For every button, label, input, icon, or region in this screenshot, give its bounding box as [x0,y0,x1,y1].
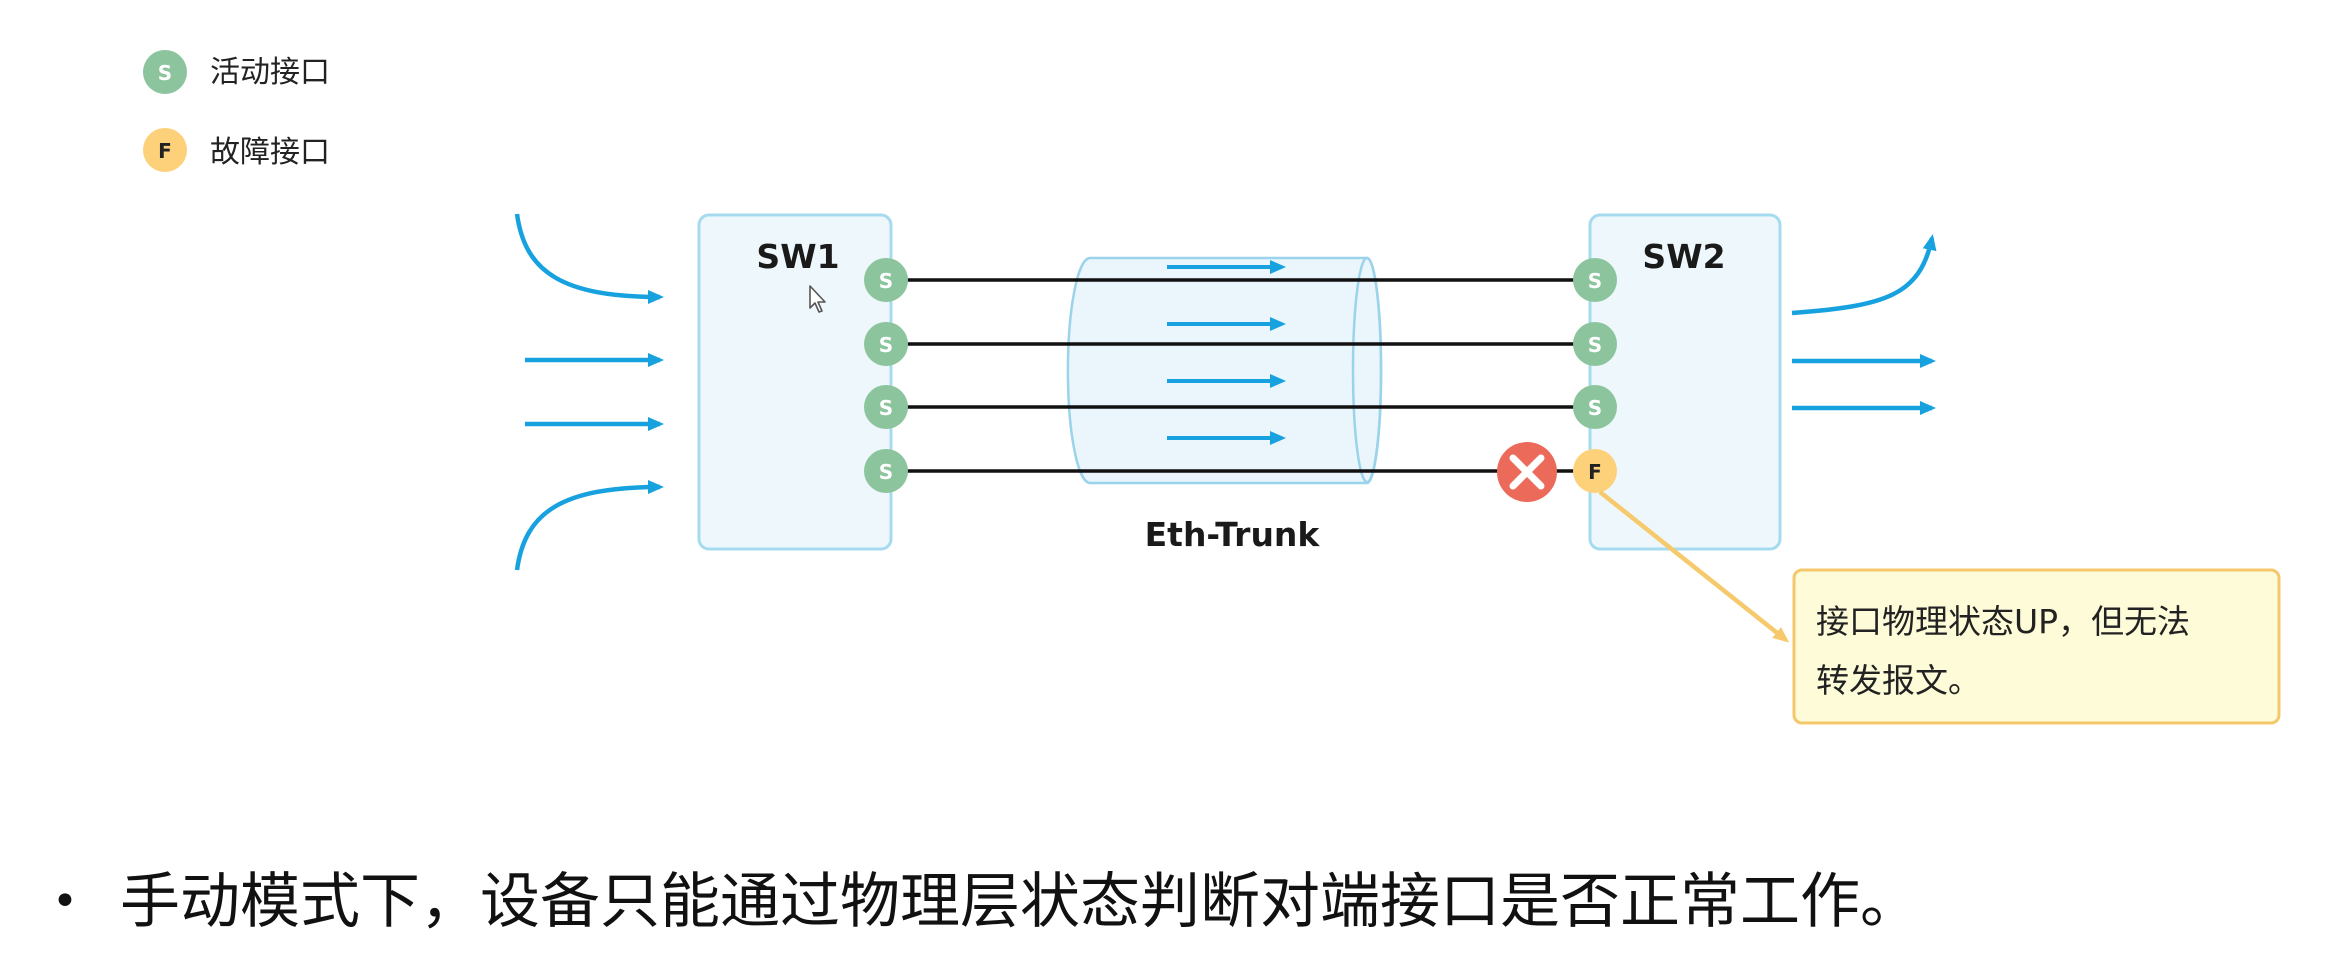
legend-fault-letter: F [158,139,172,163]
eth-trunk-bundle [1066,256,1383,485]
sw2-port-4-label: F [1588,460,1602,484]
callout-line-2: 转发报文。 [1816,661,1981,700]
incoming-arrow-1 [514,213,664,304]
incoming-arrow-4 [514,480,664,571]
sw1-port-4-label: S [879,460,893,484]
sw1-port-3-label: S [879,396,893,420]
trunk-cylinder [1066,256,1383,485]
callout-box [1792,568,2281,725]
legend-active-text: 活动接口 [210,55,330,90]
close-circle-icon [1497,442,1557,502]
bullet-marker: • [52,876,78,927]
sw1-port-1-label: S [879,269,893,293]
sw2-port-3-label: S [1588,396,1602,420]
sw1-port-2-label: S [879,333,893,357]
legend: S 活动接口 F 故障接口 [143,50,330,172]
sw2-port-1-label: S [1588,269,1602,293]
legend-item-active: S 活动接口 [143,50,330,94]
sw1-title: SW1 [756,237,839,276]
sw2-port-2-label: S [1588,333,1602,357]
legend-active-letter: S [158,61,172,85]
callout-line-1: 接口物理状态UP，但无法 [1816,602,2190,641]
sw2-title: SW2 [1642,237,1725,276]
legend-fault-text: 故障接口 [210,135,330,170]
incoming-traffic [514,213,664,571]
bullet-text: 手动模式下，设备只能通过物理层状态判断对端接口是否正常工作。 [120,867,1920,937]
outgoing-arrow-1 [1791,234,1937,316]
outgoing-traffic [1791,234,1937,415]
callout: 接口物理状态UP，但无法 转发报文。 [1792,568,2281,725]
legend-item-fault: F 故障接口 [143,128,330,172]
bullet-point: • 手动模式下，设备只能通过物理层状态判断对端接口是否正常工作。 [52,862,2312,942]
trunk-label: Eth-Trunk [1145,515,1321,554]
eth-trunk-diagram: S 活动接口 F 故障接口 SW1 SW2 Eth-Trunk S S S S … [143,50,2281,725]
